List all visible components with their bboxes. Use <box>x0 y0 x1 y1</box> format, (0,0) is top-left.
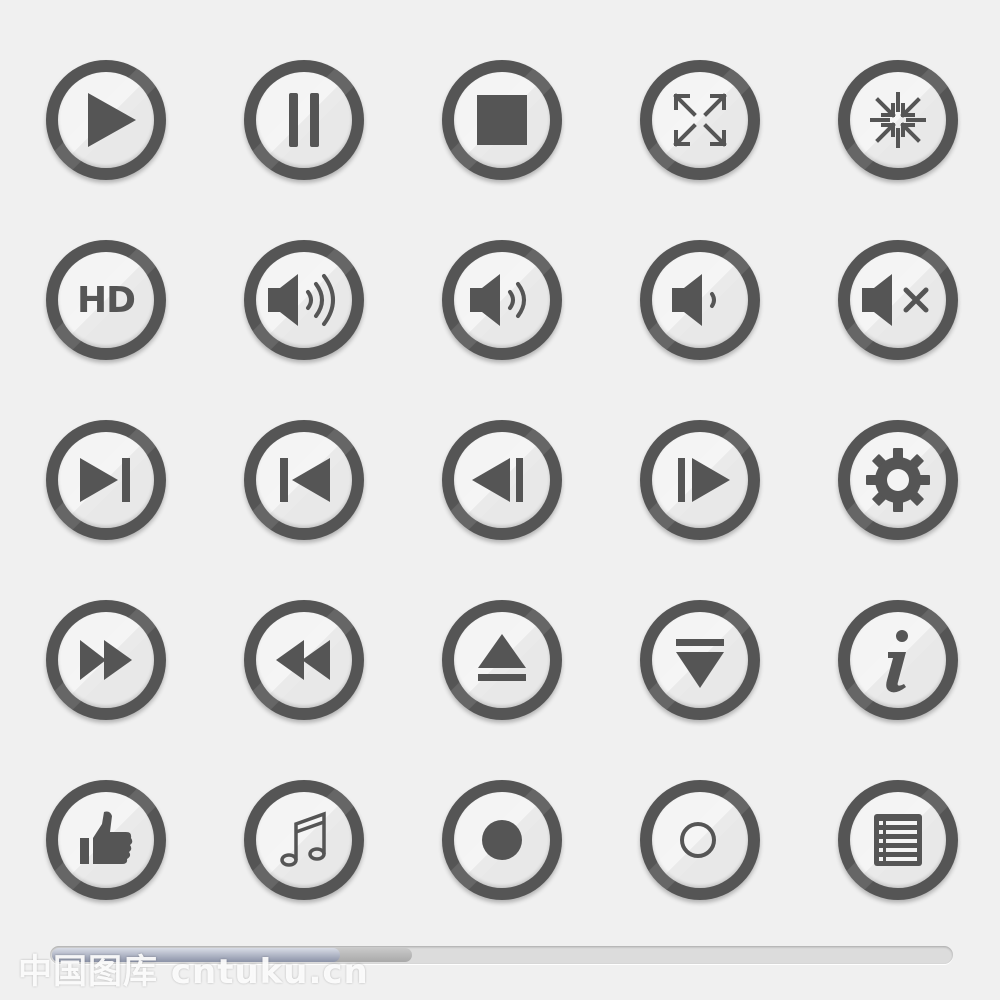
mute-button[interactable] <box>838 240 958 360</box>
fullscreen-button[interactable] <box>640 60 760 180</box>
volume-low-icon <box>672 274 716 326</box>
eject-button[interactable] <box>442 600 562 720</box>
playlist-button[interactable] <box>838 780 958 900</box>
step-forward-icon <box>678 458 730 502</box>
settings-button[interactable] <box>838 420 958 540</box>
stop-button[interactable] <box>442 60 562 180</box>
step-back-icon <box>472 458 523 502</box>
volume-high-icon <box>268 274 335 326</box>
music-note-icon <box>280 811 326 867</box>
volume-low-button[interactable] <box>640 240 760 360</box>
fast-forward-icon <box>80 640 132 680</box>
circle-button[interactable] <box>640 780 760 900</box>
volume-mute-icon <box>862 274 929 326</box>
volume-medium-icon <box>470 274 526 326</box>
rewind-icon <box>276 640 330 680</box>
rewind-button[interactable] <box>244 600 364 720</box>
skip-next-button[interactable] <box>46 420 166 540</box>
step-back-button[interactable] <box>442 420 562 540</box>
play-button[interactable] <box>46 60 166 180</box>
eject-icon <box>478 634 526 681</box>
collapse-icon <box>870 92 926 148</box>
list-icon <box>874 814 922 866</box>
record-icon <box>482 820 522 860</box>
volume-medium-button[interactable] <box>442 240 562 360</box>
watermark: 中国图库 cntuku.cn <box>18 952 369 992</box>
hd-button[interactable]: HD <box>46 240 166 360</box>
exit-fullscreen-button[interactable] <box>838 60 958 180</box>
music-button[interactable] <box>244 780 364 900</box>
skip-next-icon <box>80 458 130 502</box>
pause-button[interactable] <box>244 60 364 180</box>
step-forward-button[interactable] <box>640 420 760 540</box>
volume-high-button[interactable] <box>244 240 364 360</box>
record-button[interactable] <box>442 780 562 900</box>
skip-previous-button[interactable] <box>244 420 364 540</box>
gear-icon <box>866 448 930 512</box>
skip-previous-icon <box>280 458 330 502</box>
media-button-grid: HD <box>0 0 1000 930</box>
info-icon <box>886 630 908 693</box>
info-button[interactable] <box>838 600 958 720</box>
download-button[interactable] <box>640 600 760 720</box>
thumbs-up-icon <box>80 811 133 864</box>
circle-outline-icon <box>680 822 716 858</box>
like-button[interactable] <box>46 780 166 900</box>
stop-icon <box>477 95 527 145</box>
play-icon <box>88 93 136 147</box>
fast-forward-button[interactable] <box>46 600 166 720</box>
hd-icon: HD <box>76 279 136 321</box>
pause-icon <box>289 93 319 147</box>
download-arrow-icon <box>676 639 724 688</box>
expand-icon <box>673 93 727 147</box>
